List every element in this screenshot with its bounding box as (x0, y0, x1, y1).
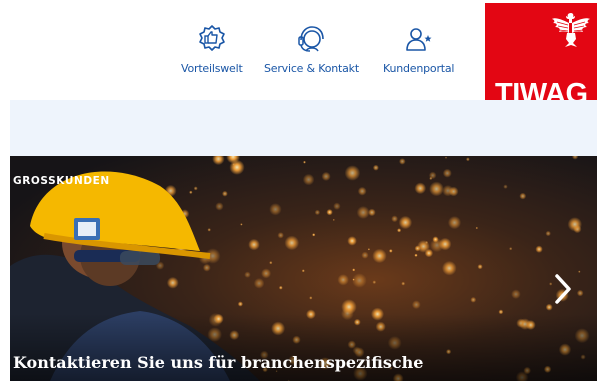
site-header: Vorteilswelt Service & Kontakt Kundenpor… (0, 0, 597, 117)
hero-slider: GROSSKUNDEN Kontaktieren Sie uns für bra… (10, 156, 597, 381)
hero-image (10, 156, 597, 381)
headset-icon (298, 26, 325, 52)
nav-service-kontakt[interactable]: Service & Kontakt (264, 24, 359, 75)
nav-label-service-kontakt: Service & Kontakt (264, 62, 359, 75)
hero-category: GROSSKUNDEN (13, 175, 110, 187)
nav-vorteilswelt[interactable]: Vorteilswelt (181, 24, 243, 75)
user-star-icon (405, 28, 432, 51)
hero-headline: Kontaktieren Sie uns für branchenspezifi… (13, 353, 424, 372)
nav-label-vorteilswelt: Vorteilswelt (181, 62, 243, 75)
nav-band (10, 100, 597, 156)
nav-kundenportal[interactable]: Kundenportal (383, 24, 454, 75)
eagle-icon (552, 13, 590, 47)
thumbs-up-badge-icon (198, 25, 225, 51)
chevron-right-icon[interactable] (551, 272, 575, 306)
nav-label-kundenportal: Kundenportal (383, 62, 455, 75)
